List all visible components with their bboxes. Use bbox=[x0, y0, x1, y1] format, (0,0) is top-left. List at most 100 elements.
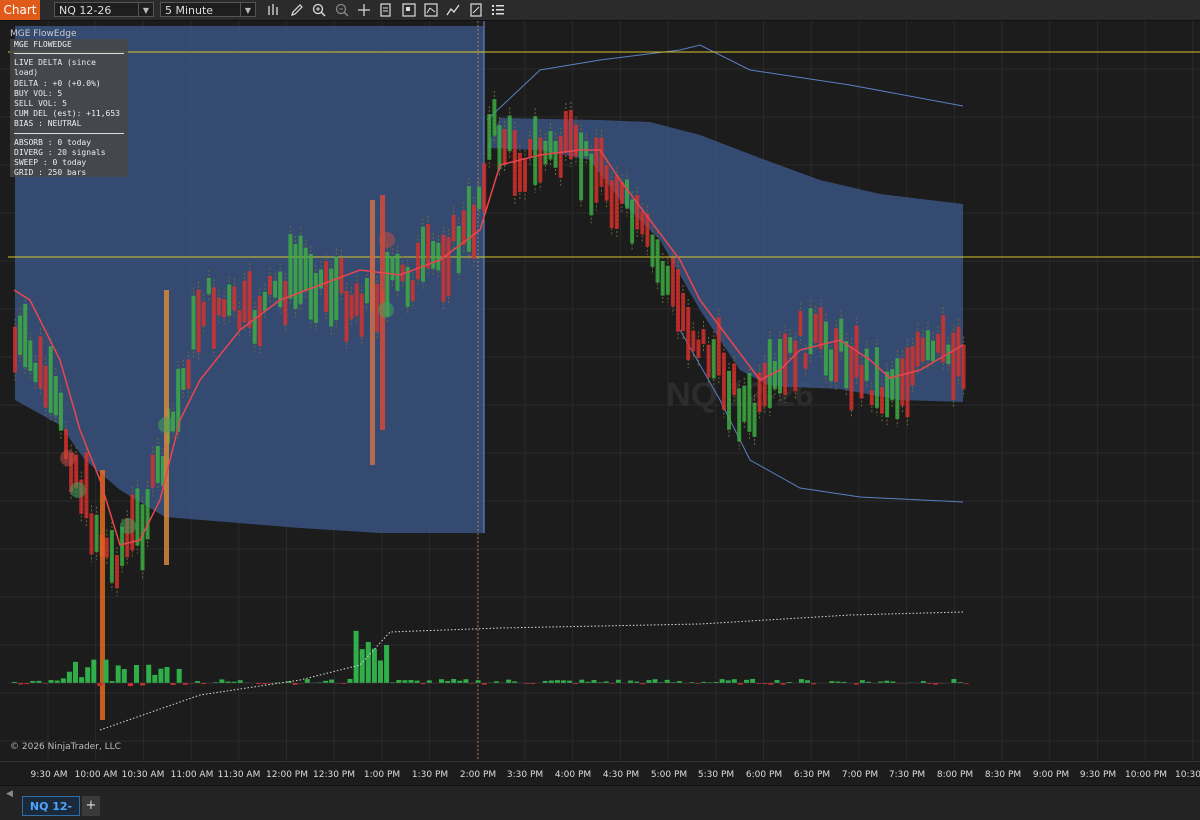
panel-line: DELTA : +0 (+0.0%) bbox=[14, 78, 101, 88]
candle-down bbox=[268, 275, 272, 295]
chevron-down-icon[interactable]: ▼ bbox=[240, 3, 255, 16]
candle-down bbox=[951, 332, 956, 401]
zoom-out-icon[interactable] bbox=[334, 2, 350, 18]
delta-bar-positive bbox=[359, 649, 365, 683]
candle-up bbox=[298, 235, 303, 304]
candle-down bbox=[594, 137, 599, 203]
chevron-down-icon[interactable]: ▼ bbox=[138, 3, 153, 16]
candle-down bbox=[415, 242, 420, 280]
add-tab-button[interactable]: + bbox=[82, 796, 100, 816]
candle-down bbox=[706, 344, 711, 378]
delta-bar-positive bbox=[134, 665, 139, 683]
candle-up bbox=[390, 256, 395, 281]
candle-up bbox=[492, 99, 497, 136]
delta-bar-negative bbox=[140, 683, 146, 686]
candle-down bbox=[523, 157, 527, 192]
panel-line: BIAS : NEUTRAL bbox=[14, 119, 82, 129]
panel-title: MGE FLOWEDGE bbox=[14, 40, 72, 49]
candle-up bbox=[895, 358, 900, 420]
properties-icon[interactable] bbox=[401, 2, 417, 18]
candle-down bbox=[446, 237, 451, 297]
template-icon[interactable] bbox=[423, 2, 439, 18]
chart-tab-bar: ◀ NQ 12-26 + bbox=[0, 785, 1200, 820]
chart-panel[interactable]: NQ 12-26 bbox=[0, 21, 1200, 761]
time-label: 9:00 PM bbox=[1032, 770, 1070, 780]
candle-down bbox=[920, 337, 925, 362]
time-label: 6:00 PM bbox=[745, 770, 783, 780]
candle-up bbox=[364, 278, 369, 304]
list-icon[interactable] bbox=[490, 2, 506, 18]
candle-up bbox=[334, 256, 339, 321]
candle-up bbox=[584, 141, 589, 157]
strategy-icon[interactable] bbox=[445, 2, 461, 18]
delta-bar-positive bbox=[329, 679, 335, 683]
data-box-icon[interactable] bbox=[378, 2, 394, 18]
signal-marker bbox=[70, 482, 86, 498]
delta-bar-positive bbox=[91, 659, 97, 683]
candle-down bbox=[359, 293, 364, 337]
candle-down bbox=[344, 290, 349, 342]
instrument-tab[interactable]: NQ 12-26 bbox=[22, 796, 80, 816]
candle-down bbox=[247, 271, 252, 328]
scroll-left-icon[interactable]: ◀ bbox=[6, 789, 13, 799]
candle-up bbox=[497, 125, 502, 170]
delta-bar-positive bbox=[323, 680, 329, 683]
candle-up bbox=[273, 280, 278, 298]
signal-marker bbox=[379, 232, 395, 248]
candle-up bbox=[874, 347, 879, 408]
interval-selector[interactable]: 5 Minute ▼ bbox=[160, 2, 256, 17]
candle-down bbox=[196, 289, 201, 353]
candle-up bbox=[421, 226, 425, 282]
candle-down bbox=[232, 286, 237, 311]
delta-bar-positive bbox=[628, 680, 634, 683]
chart-tab[interactable]: Chart bbox=[0, 0, 40, 20]
candle-up bbox=[533, 116, 538, 185]
candle-up bbox=[288, 234, 293, 299]
zoom-in-icon[interactable] bbox=[311, 2, 327, 18]
pencil-icon[interactable] bbox=[289, 2, 305, 18]
candle-down bbox=[104, 537, 109, 558]
delta-bar-positive bbox=[439, 679, 444, 683]
candle-down bbox=[517, 152, 522, 193]
drawing-tools-icon[interactable] bbox=[468, 2, 484, 18]
delta-bar-positive bbox=[146, 664, 152, 683]
candle-down bbox=[604, 165, 609, 201]
panel-line: CUM DEL (est): +11,653 bbox=[14, 109, 120, 119]
candle-down bbox=[915, 331, 920, 367]
copyright-text: © 2026 NinjaTrader, LLC bbox=[10, 742, 121, 752]
time-label: 7:30 PM bbox=[888, 770, 926, 780]
signal-marker bbox=[60, 450, 76, 466]
bar-type-icon[interactable] bbox=[266, 2, 282, 18]
delta-bar-positive bbox=[158, 668, 164, 683]
candle-up bbox=[431, 240, 436, 269]
candle-down bbox=[461, 210, 466, 245]
candle-up bbox=[28, 340, 33, 372]
delta-bar-positive bbox=[396, 679, 402, 683]
instrument-selector[interactable]: NQ 12-26 ▼ bbox=[54, 2, 154, 17]
candle-down bbox=[441, 234, 446, 302]
candle-down bbox=[38, 336, 43, 389]
delta-bar-positive bbox=[371, 648, 377, 683]
delta-bar-negative bbox=[97, 683, 103, 687]
candle-up bbox=[33, 362, 38, 383]
candle-up bbox=[120, 526, 125, 566]
candle-up bbox=[487, 114, 492, 160]
time-label: 6:30 PM bbox=[793, 770, 831, 780]
candle-up bbox=[477, 186, 482, 210]
candle-down bbox=[283, 280, 288, 325]
candle-down bbox=[222, 299, 227, 318]
candle-down bbox=[676, 269, 680, 332]
candle-down bbox=[681, 293, 686, 332]
candle-up bbox=[650, 234, 655, 267]
time-label: 3:30 PM bbox=[506, 770, 544, 780]
crosshair-icon[interactable] bbox=[356, 2, 372, 18]
delta-bar-positive bbox=[615, 679, 621, 683]
delta-bar-positive bbox=[365, 641, 371, 683]
delta-bar-positive bbox=[664, 679, 670, 683]
instrument-value: NQ 12-26 bbox=[59, 4, 112, 17]
price-chart[interactable]: NQ 12-26 bbox=[0, 21, 1200, 761]
candle-down bbox=[599, 137, 604, 187]
panel-line: GRID : 250 bars bbox=[14, 168, 87, 178]
delta-bar-positive bbox=[475, 680, 481, 683]
time-axis[interactable]: 9:30 AM 10:00 AM 10:30 AM 11:00 AM 11:30… bbox=[0, 761, 1200, 786]
